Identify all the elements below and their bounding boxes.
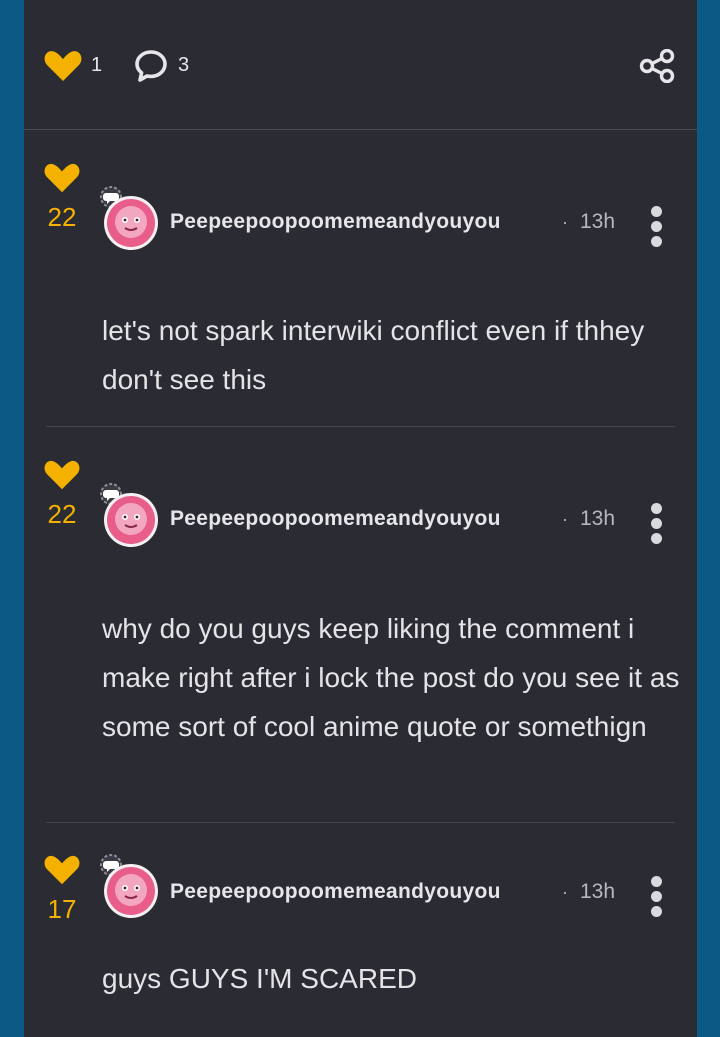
meta-separator: · (562, 882, 568, 902)
divider (46, 426, 675, 427)
comment-author[interactable]: Peepeepoopoomemeandyouyou (170, 880, 501, 904)
comment-timestamp: 13h (580, 880, 616, 903)
comment-timestamp: 13h (580, 507, 616, 530)
comment-timestamp: 13h (580, 210, 616, 233)
comment-count: 3 (178, 54, 190, 76)
more-options-icon[interactable] (648, 503, 664, 548)
like-count: 22 (47, 499, 77, 529)
meta-separator: · (562, 509, 568, 529)
comment-item: 22 Peepeepoopoomemeandyouyou · 13h why d… (24, 455, 697, 822)
share-icon[interactable] (639, 49, 675, 83)
comment-author[interactable]: Peepeepoopoomemeandyouyou (170, 507, 501, 531)
like-count: 1 (91, 54, 103, 76)
comments-panel: 1 3 22 Peepeepoopoomemeandyouyou · 13h l… (24, 0, 697, 1037)
heart-icon[interactable] (44, 459, 80, 491)
avatar[interactable] (96, 481, 160, 556)
divider (46, 822, 675, 823)
heart-icon[interactable] (44, 50, 82, 82)
comment-item: 22 Peepeepoopoomemeandyouyou · 13h let's… (24, 158, 697, 426)
more-options-icon[interactable] (648, 206, 664, 251)
like-count: 17 (47, 894, 77, 924)
heart-icon[interactable] (44, 854, 80, 886)
more-options-icon[interactable] (648, 876, 664, 921)
avatar[interactable] (96, 184, 160, 259)
comment-text: let's not spark interwiki conflict even … (102, 315, 645, 395)
avatar[interactable] (96, 852, 160, 927)
heart-icon[interactable] (44, 162, 80, 194)
comment-bubble-icon[interactable] (134, 49, 168, 83)
divider (24, 129, 697, 130)
comment-text: why do you guys keep liking the comment … (102, 613, 680, 742)
meta-separator: · (562, 212, 568, 232)
post-action-bar: 1 3 (24, 0, 697, 130)
comment-author[interactable]: Peepeepoopoomemeandyouyou (170, 210, 501, 234)
comment-item: 17 Peepeepoopoomemeandyouyou · 13h guys … (24, 850, 697, 1037)
like-count: 22 (47, 202, 77, 232)
comment-text: guys GUYS I'M SCARED (102, 963, 417, 994)
